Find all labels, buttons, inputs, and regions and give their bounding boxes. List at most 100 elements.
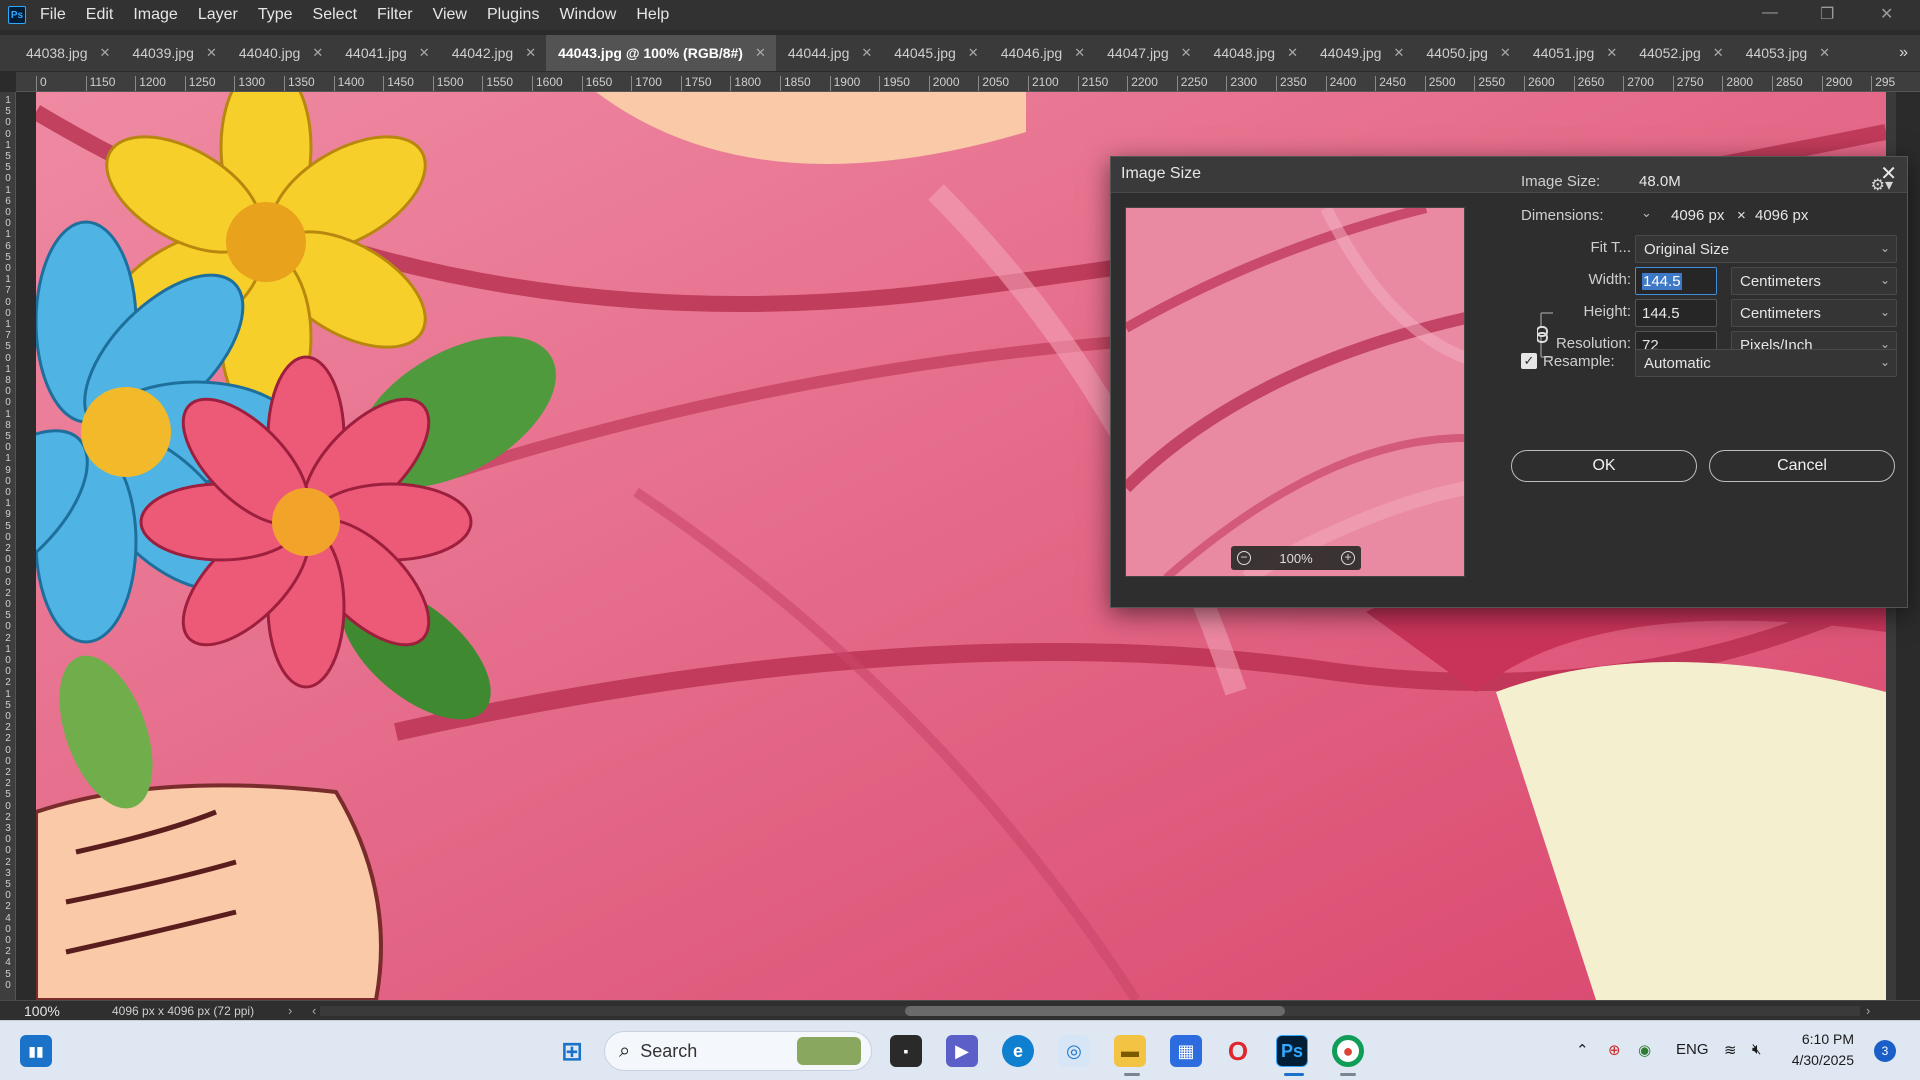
windows-start-icon[interactable]: ⊞ <box>556 1035 588 1067</box>
lens-icon[interactable]: ◎ <box>1058 1035 1090 1067</box>
tab-44039[interactable]: 44039.jpg ✕ <box>120 35 226 71</box>
edge-icon[interactable]: e <box>1002 1035 1034 1067</box>
widgets-icon[interactable]: ▮▮ <box>20 1035 52 1067</box>
store-icon[interactable]: ▦ <box>1170 1035 1202 1067</box>
cancel-button[interactable]: Cancel <box>1709 450 1895 482</box>
task-view-icon[interactable]: ▪ <box>890 1035 922 1067</box>
resample-dropdown[interactable]: Automatic ⌄ <box>1635 349 1897 377</box>
tab-44040[interactable]: 44040.jpg ✕ <box>227 35 333 71</box>
zoom-in-icon[interactable]: + <box>1341 551 1355 565</box>
tab-44041[interactable]: 44041.jpg ✕ <box>333 35 439 71</box>
wifi-icon[interactable]: ≋ <box>1724 1041 1737 1059</box>
horizontal-scrollbar[interactable] <box>320 1006 1860 1016</box>
language-indicator[interactable]: ENG <box>1676 1041 1709 1058</box>
tab-close-icon[interactable]: ✕ <box>1713 45 1724 61</box>
tab-close-icon[interactable]: ✕ <box>861 45 872 61</box>
tab-close-icon[interactable]: ✕ <box>206 45 217 61</box>
tab-overflow-icon[interactable]: » <box>1899 44 1908 62</box>
tray-chevron-up-icon[interactable]: ⌃ <box>1576 1041 1589 1059</box>
resolution-label: Resolution: <box>1555 335 1631 352</box>
tab-close-icon[interactable]: ✕ <box>100 45 111 61</box>
scroll-right-icon[interactable]: › <box>1866 1003 1870 1018</box>
menu-file[interactable]: File <box>40 6 66 24</box>
menu-filter[interactable]: Filter <box>377 6 413 24</box>
vpn-icon[interactable]: ⊕ <box>1608 1041 1621 1059</box>
menu-layer[interactable]: Layer <box>198 6 238 24</box>
zoom-out-icon[interactable]: − <box>1237 551 1251 565</box>
file-explorer-icon[interactable]: ▬ <box>1114 1035 1146 1067</box>
height-input[interactable]: 144.5 <box>1635 299 1717 327</box>
resample-checkbox[interactable]: ✓ <box>1521 353 1537 369</box>
image-preview[interactable]: − 100% + <box>1125 207 1465 577</box>
clock-date[interactable]: 4/30/2025 <box>1764 1052 1854 1068</box>
chrome-icon[interactable]: ● <box>1332 1035 1364 1067</box>
menu-edit[interactable]: Edit <box>86 6 114 24</box>
ruler-tick: 1750 <box>680 76 712 91</box>
tab-44053[interactable]: 44053.jpg ✕ <box>1734 35 1840 71</box>
tab-close-icon[interactable]: ✕ <box>1393 45 1404 61</box>
photoshop-icon[interactable]: Ps <box>1276 1035 1308 1067</box>
clock-time[interactable]: 6:10 PM <box>1764 1031 1854 1047</box>
network-globe-icon[interactable]: ◉ <box>1638 1041 1651 1059</box>
ruler-tick: 5 <box>5 968 11 980</box>
menu-view[interactable]: View <box>433 6 467 24</box>
tab-44038[interactable]: 44038.jpg ✕ <box>14 35 120 71</box>
tab-44050[interactable]: 44050.jpg ✕ <box>1414 35 1520 71</box>
tab-44045[interactable]: 44045.jpg ✕ <box>882 35 988 71</box>
height-unit-dropdown[interactable]: Centimeters ⌄ <box>1731 299 1897 327</box>
taskbar-search[interactable]: ⌕ Search <box>604 1031 872 1071</box>
opera-icon[interactable]: O <box>1222 1035 1254 1067</box>
tab-44051[interactable]: 44051.jpg ✕ <box>1521 35 1627 71</box>
tab-44046[interactable]: 44046.jpg ✕ <box>989 35 1095 71</box>
tab-close-icon[interactable]: ✕ <box>419 45 430 61</box>
menu-type[interactable]: Type <box>258 6 293 24</box>
scroll-left-icon[interactable]: ‹ <box>312 1003 316 1018</box>
horizontal-scroll-thumb[interactable] <box>905 1006 1285 1016</box>
close-icon[interactable]: ✕ <box>1880 4 1893 24</box>
tab-44042[interactable]: 44042.jpg ✕ <box>440 35 546 71</box>
zoom-level[interactable]: 100% <box>24 1003 60 1019</box>
tab-close-icon[interactable]: ✕ <box>1606 45 1617 61</box>
ruler-tick: 2 <box>5 543 11 554</box>
menu-image[interactable]: Image <box>133 6 177 24</box>
ok-button[interactable]: OK <box>1511 450 1697 482</box>
status-expand-icon[interactable]: › <box>288 1003 292 1018</box>
tab-44049[interactable]: 44049.jpg ✕ <box>1308 35 1414 71</box>
tab-close-icon[interactable]: ✕ <box>1500 45 1511 61</box>
menu-plugins[interactable]: Plugins <box>487 6 539 24</box>
notification-badge[interactable]: 3 <box>1874 1040 1896 1062</box>
menu-help[interactable]: Help <box>636 6 669 24</box>
ruler-tick: 4 <box>5 912 11 924</box>
speaker-muted-icon[interactable]: 🔇︎ <box>1752 1041 1761 1058</box>
dimensions-dropdown-icon[interactable]: ⌄ <box>1641 205 1652 221</box>
preview-zoom-value: 100% <box>1279 550 1313 566</box>
chevron-down-icon: ⌄ <box>1879 273 1890 287</box>
minimize-icon[interactable]: — <box>1762 4 1778 22</box>
tab-44047[interactable]: 44047.jpg ✕ <box>1095 35 1201 71</box>
width-unit-dropdown[interactable]: Centimeters ⌄ <box>1731 267 1897 295</box>
menu-window[interactable]: Window <box>559 6 616 24</box>
tab-close-icon[interactable]: ✕ <box>525 45 536 61</box>
meet-icon[interactable]: ▶ <box>946 1035 978 1067</box>
tab-close-icon[interactable]: ✕ <box>755 45 766 61</box>
tab-close-icon[interactable]: ✕ <box>1074 45 1085 61</box>
dialog-titlebar[interactable]: Image Size ✕ <box>1111 157 1907 193</box>
tab-44048[interactable]: 44048.jpg ✕ <box>1202 35 1308 71</box>
tab-close-icon[interactable]: ✕ <box>1181 45 1192 61</box>
ruler-tick: 5 <box>5 789 11 801</box>
width-input[interactable]: 144.5 <box>1635 267 1717 295</box>
restore-icon[interactable]: ❐ <box>1820 4 1834 24</box>
fit-to-dropdown[interactable]: Original Size ⌄ <box>1635 235 1897 263</box>
tab-44052[interactable]: 44052.jpg ✕ <box>1627 35 1733 71</box>
gear-icon[interactable]: ⚙▾ <box>1871 175 1893 195</box>
tab-44044[interactable]: 44044.jpg ✕ <box>776 35 882 71</box>
tab-44043-active[interactable]: 44043.jpg @ 100% (RGB/8#) ✕ <box>546 35 776 71</box>
ruler-tick: 1 <box>5 95 11 106</box>
menu-select[interactable]: Select <box>313 6 357 24</box>
tab-close-icon[interactable]: ✕ <box>968 45 979 61</box>
tab-close-icon[interactable]: ✕ <box>1819 45 1830 61</box>
tab-close-icon[interactable]: ✕ <box>1287 45 1298 61</box>
ruler-tick: 0 <box>5 755 11 767</box>
tab-close-icon[interactable]: ✕ <box>312 45 323 61</box>
width-value: 144.5 <box>1642 273 1682 290</box>
